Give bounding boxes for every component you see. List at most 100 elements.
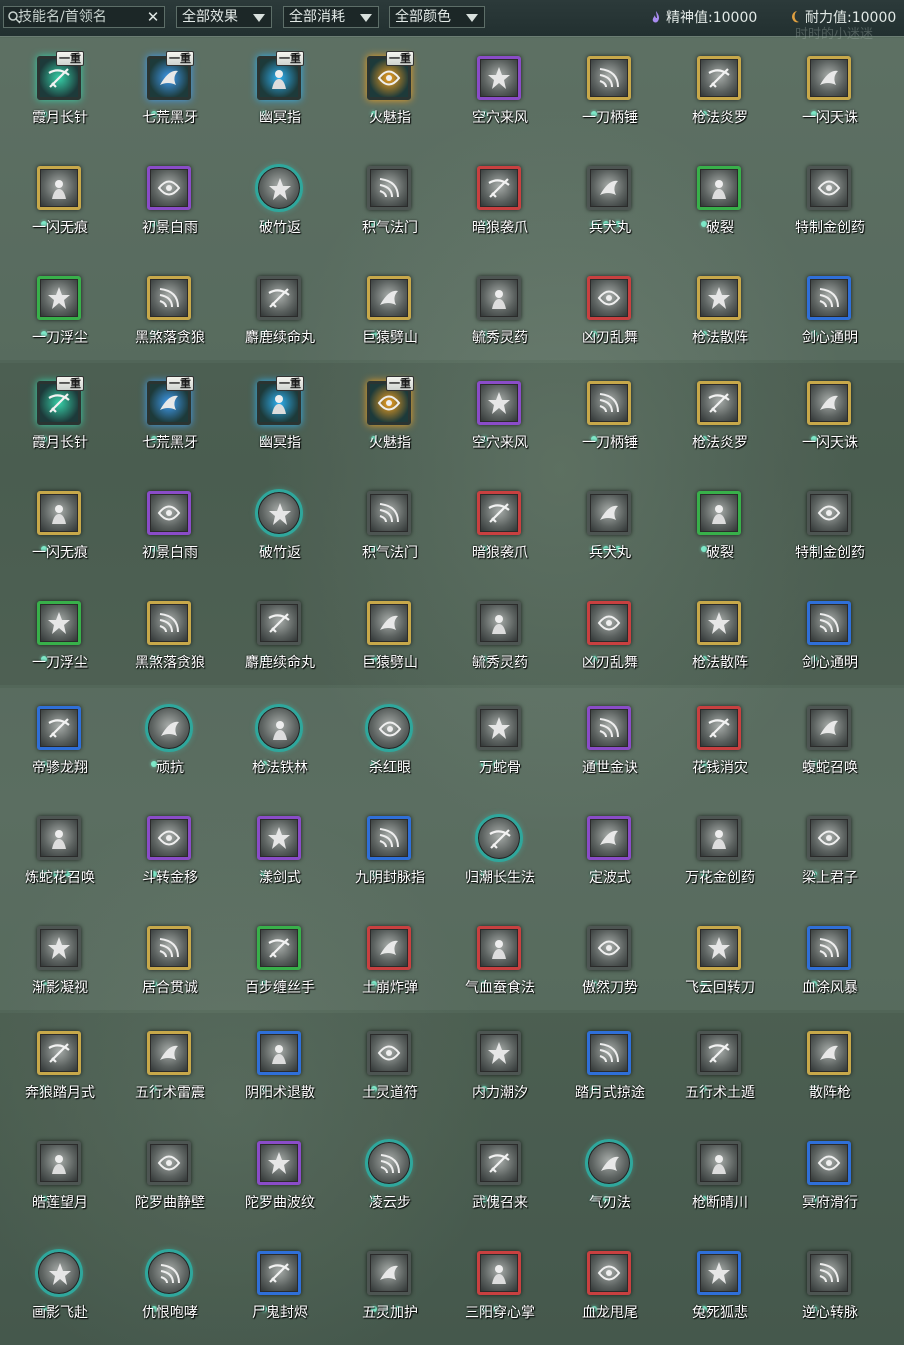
skill-icon[interactable]: [585, 1139, 633, 1187]
skill-icon[interactable]: [807, 381, 851, 425]
skill-icon[interactable]: [697, 1141, 741, 1185]
skill-slot[interactable]: 空穴来风: [440, 38, 550, 148]
skill-icon[interactable]: [147, 601, 191, 645]
skill-slot[interactable]: 画影飞赴: [0, 1233, 110, 1343]
skill-icon[interactable]: [477, 601, 521, 645]
skill-icon[interactable]: [477, 381, 521, 425]
skill-icon[interactable]: [257, 816, 301, 860]
cost-filter-dropdown[interactable]: 全部消耗: [283, 6, 379, 28]
skill-icon[interactable]: [257, 1031, 301, 1075]
skill-slot[interactable]: 居合贯诚: [110, 908, 220, 1018]
skill-slot[interactable]: 阴阳术退散: [220, 1013, 330, 1123]
skill-icon[interactable]: [697, 1251, 741, 1295]
skill-icon[interactable]: [37, 926, 81, 970]
skill-slot[interactable]: 一重 霞月长针: [0, 363, 110, 473]
skill-icon[interactable]: [477, 166, 521, 210]
skill-icon[interactable]: [37, 1031, 81, 1075]
skill-slot[interactable]: 一重 幽冥指: [220, 363, 330, 473]
skill-slot[interactable]: 梁上君子: [770, 798, 880, 908]
skill-slot[interactable]: 枪法散阵: [660, 583, 770, 693]
skill-icon[interactable]: [587, 706, 631, 750]
skill-icon[interactable]: [37, 491, 81, 535]
skill-icon[interactable]: [147, 926, 191, 970]
skill-slot[interactable]: 暗狼袭爪: [440, 148, 550, 258]
skill-icon[interactable]: 一重: [147, 51, 194, 100]
skill-slot[interactable]: 一刀柄锤: [550, 363, 660, 473]
skill-icon[interactable]: [477, 276, 521, 320]
skill-icon[interactable]: [807, 56, 851, 100]
skill-slot[interactable]: 蝮蛇召唤: [770, 688, 880, 798]
skill-slot[interactable]: 通世金诀: [550, 688, 660, 798]
skill-icon[interactable]: [147, 1031, 191, 1075]
skill-icon[interactable]: [477, 1031, 521, 1075]
skill-icon[interactable]: [477, 926, 521, 970]
skill-slot[interactable]: 武傀召来: [440, 1123, 550, 1233]
skill-slot[interactable]: 帝骖龙翔: [0, 688, 110, 798]
skill-icon[interactable]: 一重: [367, 376, 414, 425]
skill-slot[interactable]: 一重 霞月长针: [0, 38, 110, 148]
skill-slot[interactable]: 初景白雨: [110, 473, 220, 583]
skill-icon[interactable]: [147, 276, 191, 320]
skill-icon[interactable]: [697, 276, 741, 320]
skill-slot[interactable]: 特制金创药: [770, 148, 880, 258]
skill-icon[interactable]: [35, 1249, 83, 1297]
skill-icon[interactable]: [145, 1249, 193, 1297]
skill-icon[interactable]: [147, 1141, 191, 1185]
skill-slot[interactable]: 黑煞落贪狼: [110, 583, 220, 693]
skill-icon[interactable]: [257, 601, 301, 645]
skill-slot[interactable]: 内力潮汐: [440, 1013, 550, 1123]
skill-slot[interactable]: 花钱消灾: [660, 688, 770, 798]
skill-slot[interactable]: 枪法炎罗: [660, 363, 770, 473]
skill-slot[interactable]: 一闪无痕: [0, 473, 110, 583]
search-box[interactable]: ✕: [3, 6, 165, 28]
skill-slot[interactable]: 炼蛇花召唤: [0, 798, 110, 908]
skill-slot[interactable]: 麝鹿续命丸: [220, 258, 330, 368]
skill-slot[interactable]: 渐影凝视: [0, 908, 110, 1018]
skill-slot[interactable]: 枪法炎罗: [660, 38, 770, 148]
skill-slot[interactable]: 一重 火魅指: [330, 38, 440, 148]
skill-icon[interactable]: [807, 166, 851, 210]
skill-slot[interactable]: 一刀浮尘: [0, 583, 110, 693]
skill-icon[interactable]: [147, 816, 191, 860]
skill-icon[interactable]: [365, 704, 413, 752]
skill-icon[interactable]: [475, 814, 523, 862]
skill-icon[interactable]: [367, 601, 411, 645]
skill-icon[interactable]: [807, 926, 851, 970]
skill-icon[interactable]: 一重: [257, 51, 304, 100]
skill-slot[interactable]: 一重 火魅指: [330, 363, 440, 473]
skill-icon[interactable]: [697, 381, 741, 425]
skill-slot[interactable]: 剑心通明: [770, 583, 880, 693]
skill-icon[interactable]: [477, 706, 521, 750]
skill-icon[interactable]: [257, 926, 301, 970]
skill-slot[interactable]: 暗狼袭爪: [440, 473, 550, 583]
skill-icon[interactable]: 一重: [257, 376, 304, 425]
skill-icon[interactable]: [697, 166, 741, 210]
skill-slot[interactable]: 踏月式掠途: [550, 1013, 660, 1123]
skill-slot[interactable]: 积气法门: [330, 473, 440, 583]
skill-icon[interactable]: [255, 164, 303, 212]
skill-icon[interactable]: [807, 1251, 851, 1295]
skill-icon[interactable]: [257, 1251, 301, 1295]
skill-slot[interactable]: 傲然刀势: [550, 908, 660, 1018]
skill-icon[interactable]: [257, 1141, 301, 1185]
skill-icon[interactable]: [587, 491, 631, 535]
skill-icon[interactable]: [477, 491, 521, 535]
skill-icon[interactable]: [145, 704, 193, 752]
skill-slot[interactable]: 陀罗曲波纹: [220, 1123, 330, 1233]
skill-icon[interactable]: [697, 706, 741, 750]
skill-icon[interactable]: 一重: [37, 51, 84, 100]
skill-icon[interactable]: [587, 816, 631, 860]
skill-slot[interactable]: 凶刃乱舞: [550, 583, 660, 693]
skill-icon[interactable]: [367, 1031, 411, 1075]
skill-slot[interactable]: 万花金创药: [660, 798, 770, 908]
skill-slot[interactable]: 气血蚕食法: [440, 908, 550, 1018]
skill-icon[interactable]: 一重: [37, 376, 84, 425]
skill-slot[interactable]: 破裂: [660, 473, 770, 583]
skill-icon[interactable]: [477, 1251, 521, 1295]
skill-icon[interactable]: [807, 491, 851, 535]
skill-slot[interactable]: 破竹返: [220, 473, 330, 583]
skill-icon[interactable]: [587, 1031, 631, 1075]
skill-icon[interactable]: [807, 706, 851, 750]
skill-icon[interactable]: [697, 926, 741, 970]
skill-icon[interactable]: [477, 56, 521, 100]
